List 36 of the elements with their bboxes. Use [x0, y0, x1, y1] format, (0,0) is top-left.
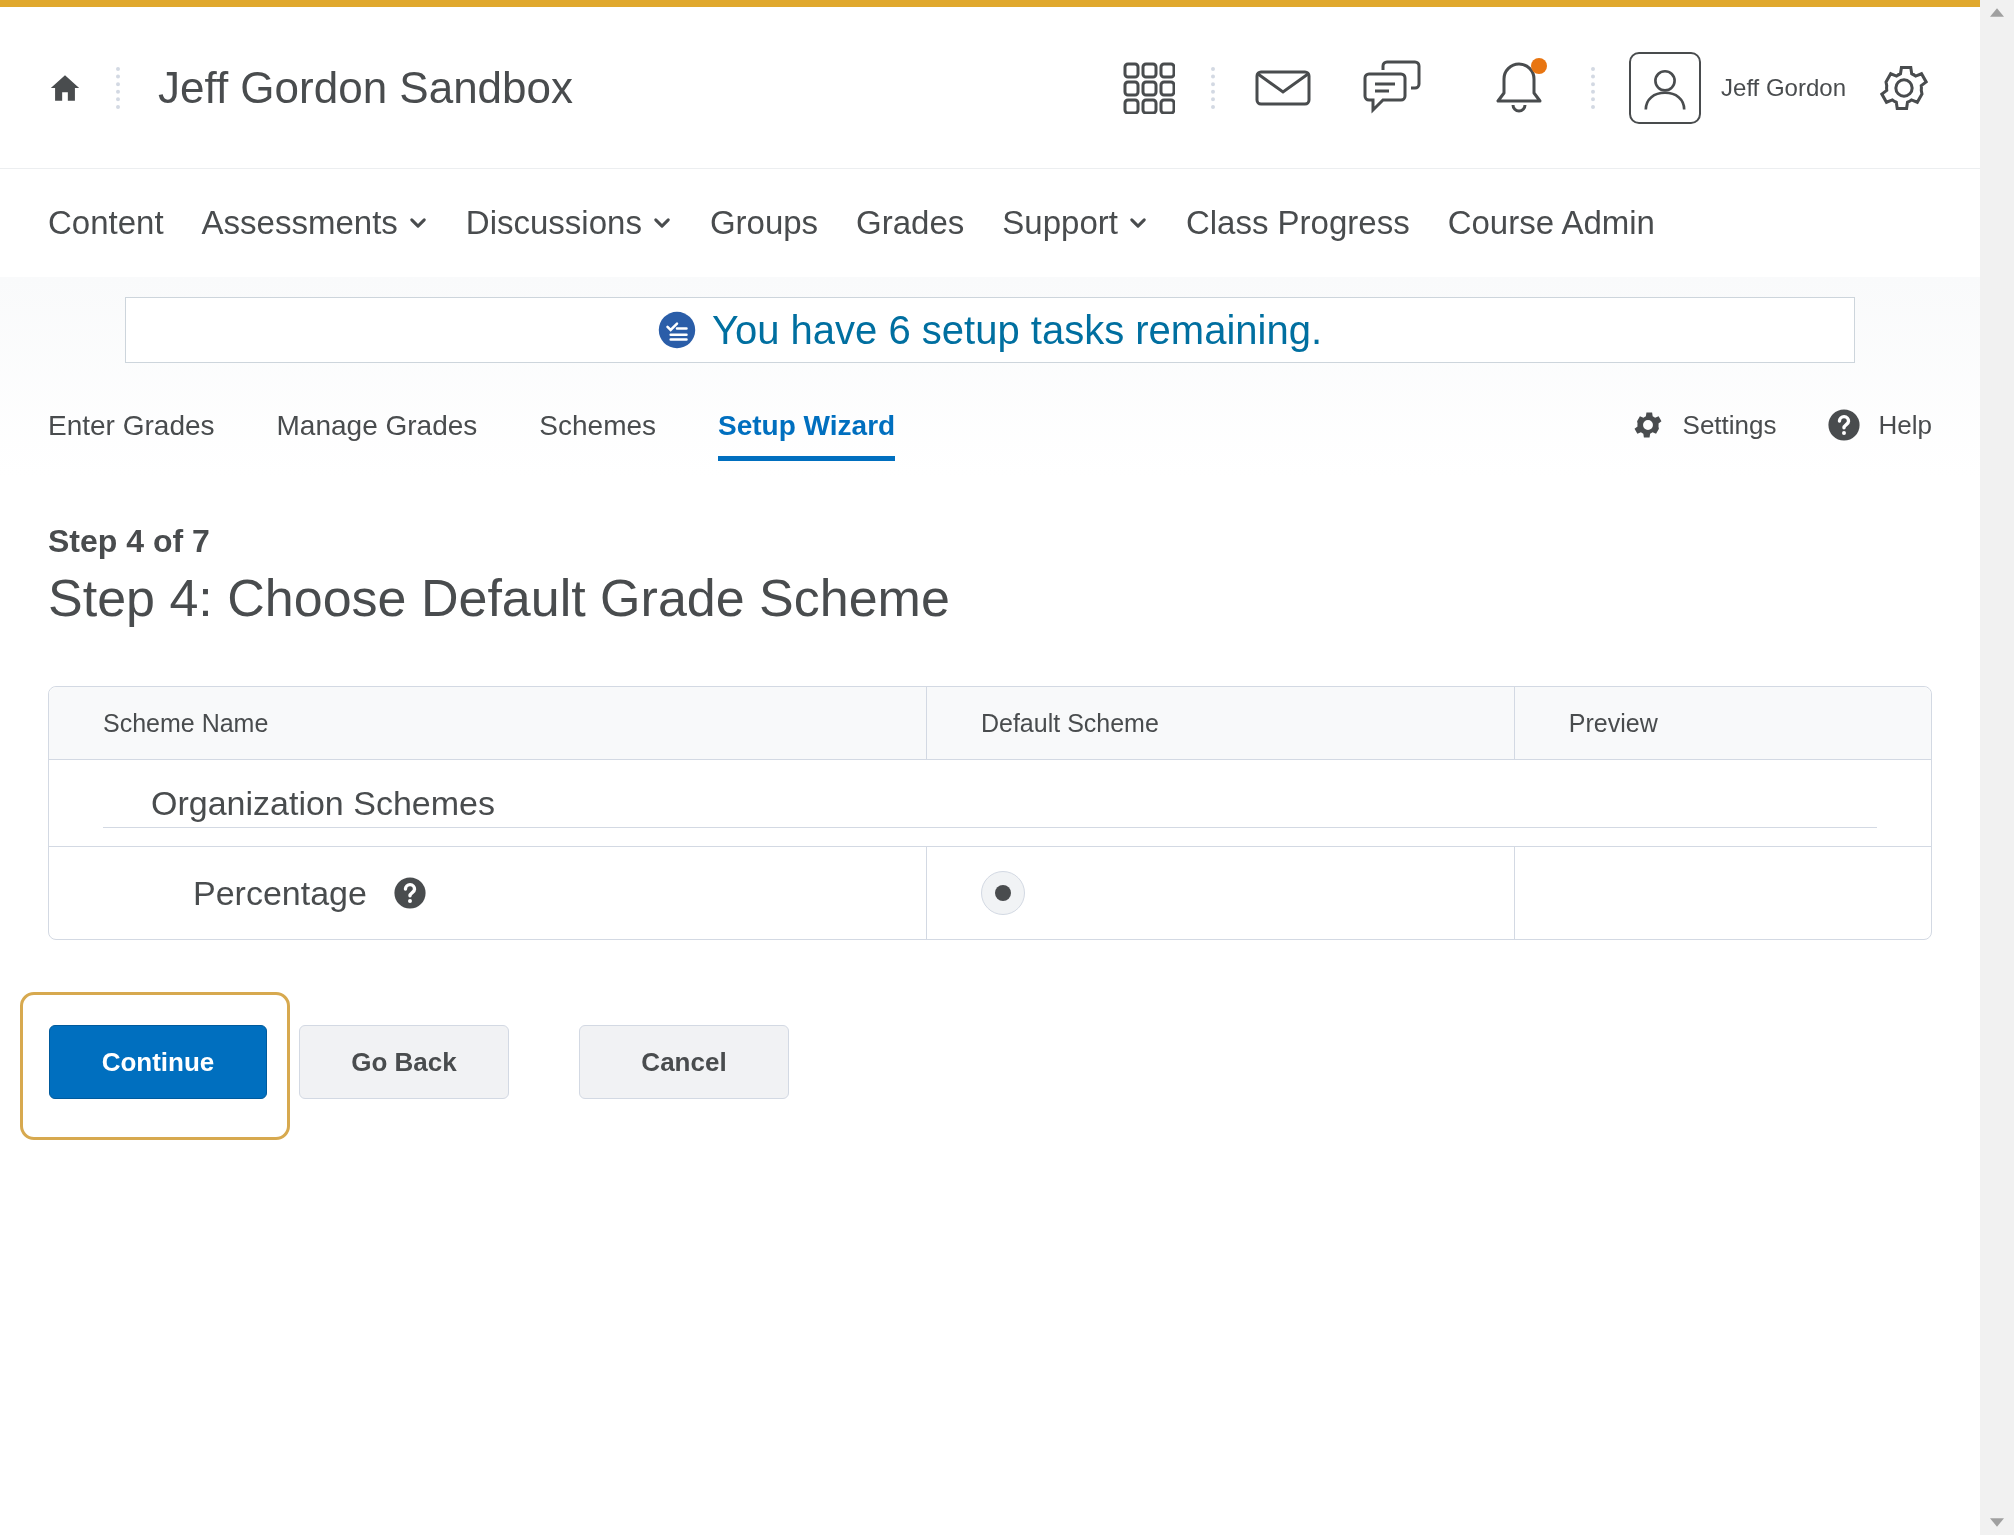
scheme-name: Percentage [193, 873, 367, 913]
secondary-button[interactable]: Cancel [579, 1025, 789, 1099]
secondary-button[interactable]: Go Back [299, 1025, 509, 1099]
course-title[interactable]: Jeff Gordon Sandbox [158, 62, 574, 113]
nav-menu-item[interactable]: Discussions [465, 204, 672, 242]
default-radio[interactable] [980, 871, 1025, 915]
column-header: Default Scheme [925, 687, 1514, 760]
nav-menu-item[interactable]: Assessments [201, 204, 428, 242]
grid-icon[interactable] [1123, 61, 1176, 114]
nav-menu-item[interactable]: Class Progress [1185, 204, 1410, 242]
help-icon[interactable] [392, 876, 427, 910]
nav-menu-item[interactable]: Groups [709, 204, 819, 242]
page-heading: Step 4: Choose Default Grade Scheme [48, 568, 951, 628]
tab[interactable]: Enter Grades [48, 410, 215, 461]
nav-menu-item[interactable]: Content [48, 204, 164, 242]
tab[interactable]: Manage Grades [276, 410, 478, 461]
nav-menu-item[interactable]: Support [1002, 204, 1148, 242]
tab[interactable]: Schemes [539, 410, 657, 461]
help-link[interactable]: Help [1878, 409, 1932, 441]
help-icon [1826, 408, 1861, 442]
alert-text: You have 6 setup tasks remaining. [712, 307, 1322, 353]
continue-button[interactable]: Continue [49, 1025, 267, 1099]
nav-menu-item[interactable]: Course Admin [1447, 204, 1655, 242]
step-counter: Step 4 of 7 [48, 523, 211, 560]
settings-link[interactable]: Settings [1682, 409, 1777, 441]
column-header: Preview [1513, 687, 1931, 760]
checklist-icon [658, 311, 696, 349]
group-heading: Organization Schemes [103, 784, 1877, 828]
column-header: Scheme Name [49, 687, 926, 760]
setup-alert-banner[interactable]: You have 6 setup tasks remaining. [125, 297, 1855, 363]
nav-menu-item[interactable]: Grades [856, 204, 965, 242]
mail-icon[interactable] [1255, 69, 1312, 106]
user-name[interactable]: Jeff Gordon [1721, 73, 1846, 102]
chat-icon[interactable] [1363, 59, 1422, 116]
avatar-icon[interactable] [1629, 51, 1702, 124]
tab[interactable]: Setup Wizard [718, 410, 896, 461]
